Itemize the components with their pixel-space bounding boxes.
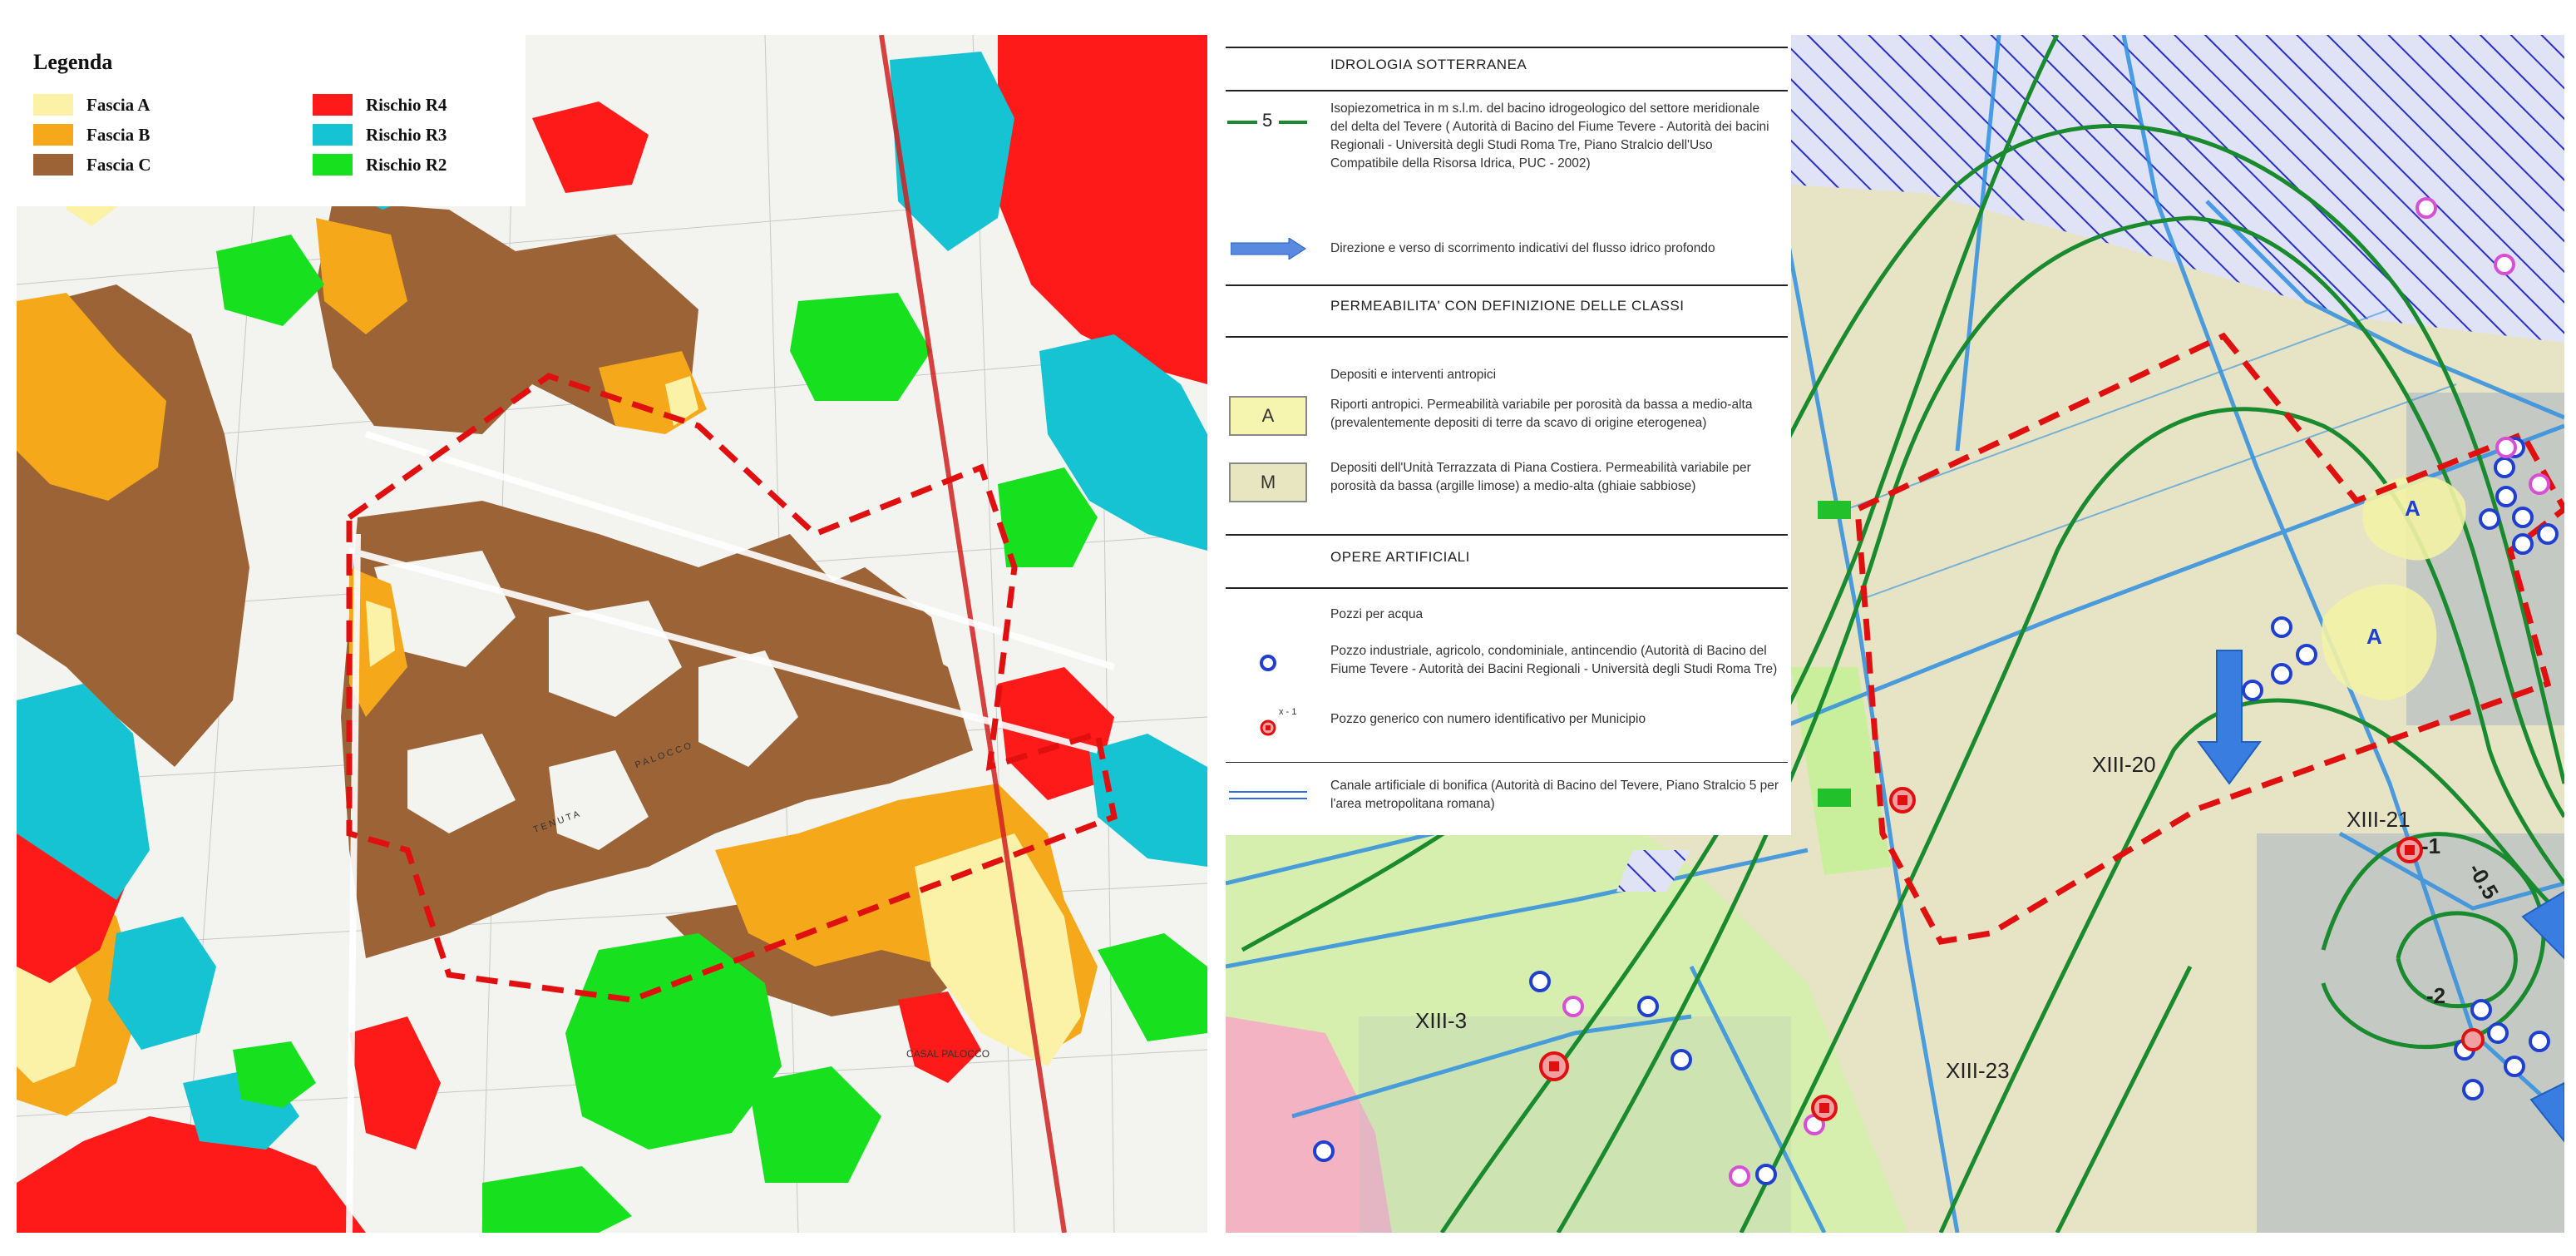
well-label-xiii-20: XIII-20 xyxy=(2092,752,2156,777)
legend-divider xyxy=(1226,587,1788,589)
left-legend: Legenda Fascia A Fascia B Fascia C Risch… xyxy=(17,35,526,206)
legend-item-label: Rischio R4 xyxy=(366,94,447,115)
fascia-a-swatch xyxy=(33,94,73,116)
section-permeability: PERMEABILITA' CON DEFINIZIONE DELLE CLAS… xyxy=(1330,298,1685,314)
section-groundwater: IDROLOGIA SOTTERRANEA xyxy=(1330,57,1527,72)
legend-divider xyxy=(1226,90,1788,91)
contour-label-minus-2: -2 xyxy=(2426,983,2446,1008)
rischio-r2-swatch xyxy=(313,154,353,176)
canal-description: Canale artificiale di bonifica (Autorità… xyxy=(1330,779,1779,811)
flow-description: Direzione e verso di scorrimento indicat… xyxy=(1330,241,1715,255)
contour-symbol-value: 5 xyxy=(1262,110,1273,131)
generic-well-description: Pozzo generico con numero identificativo… xyxy=(1330,712,1646,726)
generic-well-icon xyxy=(1260,719,1276,736)
zone-label-a: A xyxy=(2405,496,2421,521)
legend-item-label: Rischio R2 xyxy=(366,154,447,175)
industrial-well-icon xyxy=(1260,655,1276,671)
legend-item-label: Fascia A xyxy=(86,94,151,115)
legend-item-fascia-c: Fascia C xyxy=(33,153,151,176)
legend-divider xyxy=(1226,534,1788,536)
contour-label-minus-1: -1 xyxy=(2421,833,2441,858)
flood-risk-map[interactable]: Legenda Fascia A Fascia B Fascia C Risch… xyxy=(17,35,1207,1233)
legend-title: Legenda xyxy=(33,50,113,74)
hydrogeology-map[interactable]: IDROLOGIA SOTTERRANEA 5 Isopiezometrica … xyxy=(1226,35,2564,1233)
anthropic-heading: Depositi e interventi antropici xyxy=(1330,368,1497,382)
class-a-symbol: A xyxy=(1229,396,1307,436)
wells-heading: Pozzi per acqua xyxy=(1330,607,1424,621)
legend-item-fascia-a: Fascia A xyxy=(33,93,150,116)
legend-item-label: Fascia C xyxy=(86,154,151,175)
well-label-xiii-23: XIII-23 xyxy=(1946,1058,2010,1083)
class-m-description: Depositi dell'Unità Terrazzata di Piana … xyxy=(1330,461,1751,493)
rischio-r4-swatch xyxy=(313,94,353,116)
rischio-r3-swatch xyxy=(313,124,353,146)
canal-symbol xyxy=(1229,791,1307,799)
legend-divider xyxy=(1226,284,1788,286)
well-label-xiii-3: XIII-3 xyxy=(1415,1008,1468,1033)
legend-divider xyxy=(1226,336,1788,338)
legend-divider xyxy=(1226,47,1788,48)
legend-item-label: Fascia B xyxy=(86,124,151,145)
contour-description: Isopiezometrica in m s.l.m. del bacino i… xyxy=(1330,101,1769,171)
right-legend: IDROLOGIA SOTTERRANEA 5 Isopiezometrica … xyxy=(1226,35,1791,835)
legend-item-rischio-r2: Rischio R2 xyxy=(313,153,447,176)
place-label-casal-palocco: CASAL PALOCCO xyxy=(906,1048,990,1060)
legend-item-rischio-r4: Rischio R4 xyxy=(313,93,447,116)
class-a-description: Riporti antropici. Permeabilità variabil… xyxy=(1330,398,1753,430)
industrial-well-description: Pozzo industriale, agricolo, condominial… xyxy=(1330,644,1778,676)
legend-divider xyxy=(1226,762,1788,763)
legend-item-rischio-r3: Rischio R3 xyxy=(313,123,447,146)
flow-arrow-icon xyxy=(1231,238,1306,260)
legend-item-label: Rischio R3 xyxy=(366,124,447,145)
class-m-symbol: M xyxy=(1229,462,1307,502)
generic-well-symbol-label: x - 1 xyxy=(1279,707,1297,717)
fascia-c-swatch xyxy=(33,154,73,176)
section-works: OPERE ARTIFICIALI xyxy=(1330,549,1470,565)
well-label-xiii-21: XIII-21 xyxy=(2347,807,2411,832)
zone-label-a: A xyxy=(2366,624,2382,649)
fascia-b-swatch xyxy=(33,124,73,146)
legend-item-fascia-b: Fascia B xyxy=(33,123,150,146)
flood-risk-map-canvas xyxy=(17,35,1207,1233)
